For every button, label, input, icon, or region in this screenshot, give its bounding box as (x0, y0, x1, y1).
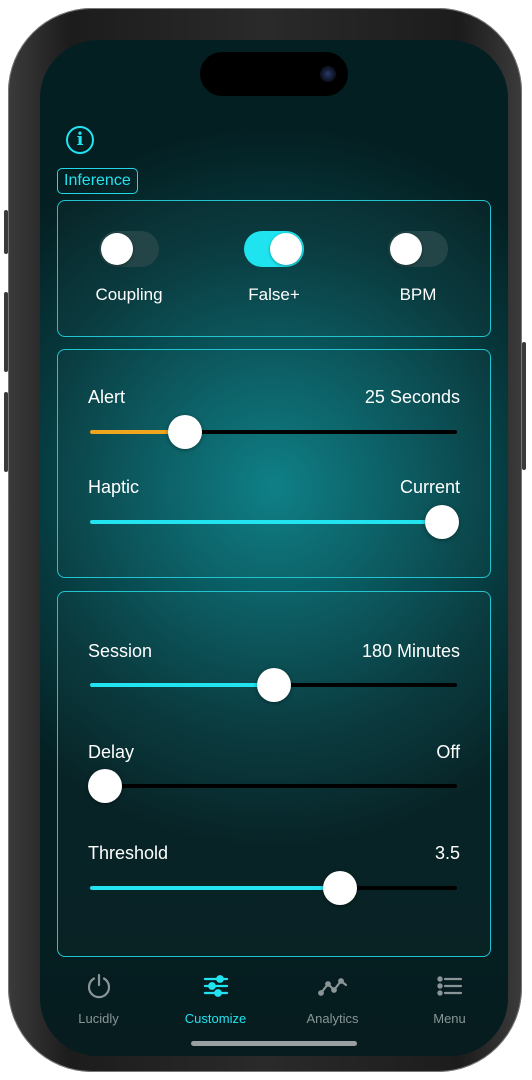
toggle-knob (270, 233, 302, 265)
list-icon (435, 971, 465, 1001)
toggle-group-coupling: Coupling (74, 231, 184, 305)
alert-label: Alert (88, 387, 126, 407)
phone-frame: i Inference Coupling False+ BPM Alert 25… (4, 8, 526, 1072)
tab-menu-label: Menu (433, 1011, 466, 1026)
side-button-power (522, 342, 526, 470)
tab-menu[interactable]: Menu (391, 965, 508, 1035)
session-panel: Session 180 Minutes Delay Off Threshold … (57, 591, 491, 957)
tab-bar: Lucidly Customize Analytics Menu (40, 965, 508, 1035)
camera-icon (320, 66, 336, 82)
session-label: Session (88, 641, 153, 661)
threshold-slider-thumb[interactable] (322, 871, 357, 905)
info-icon: i (76, 129, 84, 150)
toggles-panel: Coupling False+ BPM (57, 200, 491, 337)
delay-slider[interactable] (87, 769, 457, 803)
tab-customize-label: Customize (184, 1011, 247, 1026)
session-slider-thumb[interactable] (256, 668, 291, 702)
inference-badge: Inference (57, 168, 138, 194)
session-slider[interactable] (90, 668, 457, 702)
session-slider-fill (90, 683, 274, 687)
toggle-knob (101, 233, 133, 265)
delay-value: Off (436, 742, 460, 762)
tab-analytics-label: Analytics (306, 1011, 359, 1026)
false-positive-toggle[interactable] (244, 231, 304, 267)
alerts-panel: Alert 25 Seconds Haptic Current (57, 349, 491, 578)
threshold-slider-fill (90, 886, 340, 890)
toggle-knob (390, 233, 422, 265)
info-button[interactable]: i (66, 126, 94, 154)
alert-slider-thumb[interactable] (168, 415, 203, 449)
false-positive-label: False+ (248, 285, 300, 304)
threshold-label: Threshold (88, 843, 169, 863)
haptic-value: Current (399, 477, 460, 497)
side-button-volume-up (4, 292, 8, 372)
tab-customize[interactable]: Customize (157, 965, 274, 1035)
tab-analytics[interactable]: Analytics (274, 965, 391, 1035)
home-indicator[interactable] (191, 1041, 357, 1046)
haptic-slider[interactable] (90, 505, 460, 539)
coupling-label: Coupling (95, 285, 163, 304)
delay-slider-thumb[interactable] (87, 769, 122, 803)
power-icon (84, 971, 114, 1001)
screen: i Inference Coupling False+ BPM Alert 25… (40, 40, 508, 1056)
alert-slider[interactable] (90, 415, 457, 449)
toggle-group-false-positive: False+ (219, 231, 329, 305)
side-button-volume-down (4, 392, 8, 472)
haptic-slider-fill (90, 520, 443, 524)
toggle-group-bpm: BPM (363, 231, 473, 305)
session-value: 180 Minutes (361, 641, 460, 661)
bpm-toggle[interactable] (388, 231, 448, 267)
delay-label: Delay (88, 742, 135, 762)
haptic-slider-thumb[interactable] (425, 505, 460, 539)
dynamic-island (200, 52, 348, 96)
haptic-label: Haptic (88, 477, 140, 497)
sliders-icon (201, 971, 231, 1001)
tab-lucidly-label: Lucidly (78, 1011, 119, 1026)
threshold-slider[interactable] (90, 871, 457, 905)
threshold-value: 3.5 (434, 843, 460, 863)
side-button-action (4, 210, 8, 254)
coupling-toggle[interactable] (99, 231, 159, 267)
tab-lucidly[interactable]: Lucidly (40, 965, 157, 1035)
bpm-label: BPM (399, 285, 437, 304)
alert-value: 25 Seconds (364, 387, 460, 407)
chart-line-icon (317, 971, 348, 1001)
